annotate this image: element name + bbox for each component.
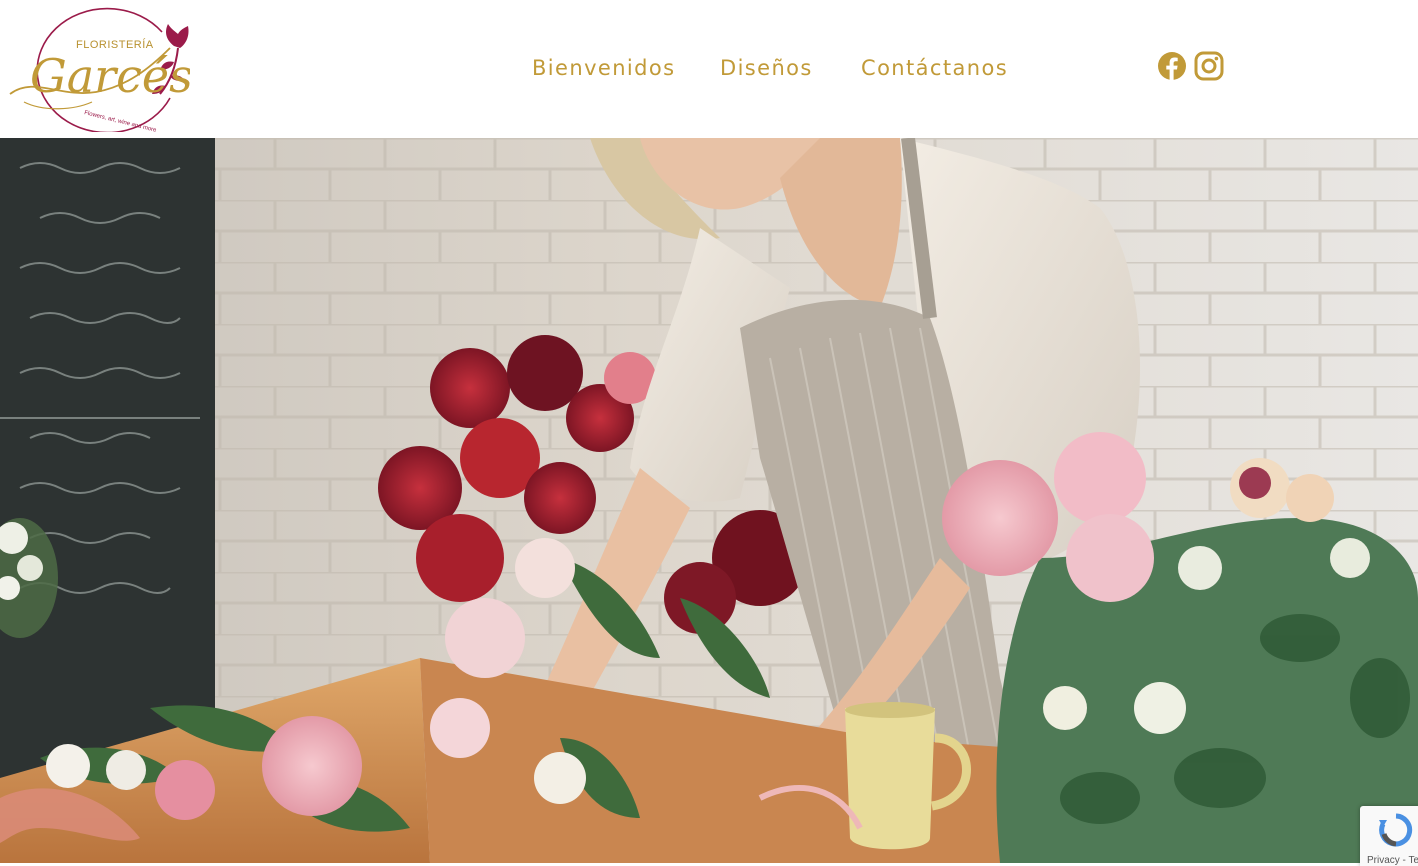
instagram-icon[interactable] [1194,51,1224,81]
svg-text:Flowers, art, wine and more: Flowers, art, wine and more [84,110,158,132]
recaptcha-badge[interactable]: Privacy - Terms [1360,806,1418,866]
nav-item-contactanos[interactable]: Contáctanos [861,50,1008,86]
nav-item-disenos[interactable]: Diseños [720,50,813,86]
nav-item-bienvenidos[interactable]: Bienvenidos [532,50,675,86]
recaptcha-icon [1379,813,1413,847]
recaptcha-label[interactable]: Privacy - Terms [1367,855,1418,866]
hero-image [0,138,1418,863]
facebook-icon[interactable] [1157,51,1187,81]
site-header: FLORISTERÍA Garcés Flowers, art, wine an… [0,0,1418,138]
